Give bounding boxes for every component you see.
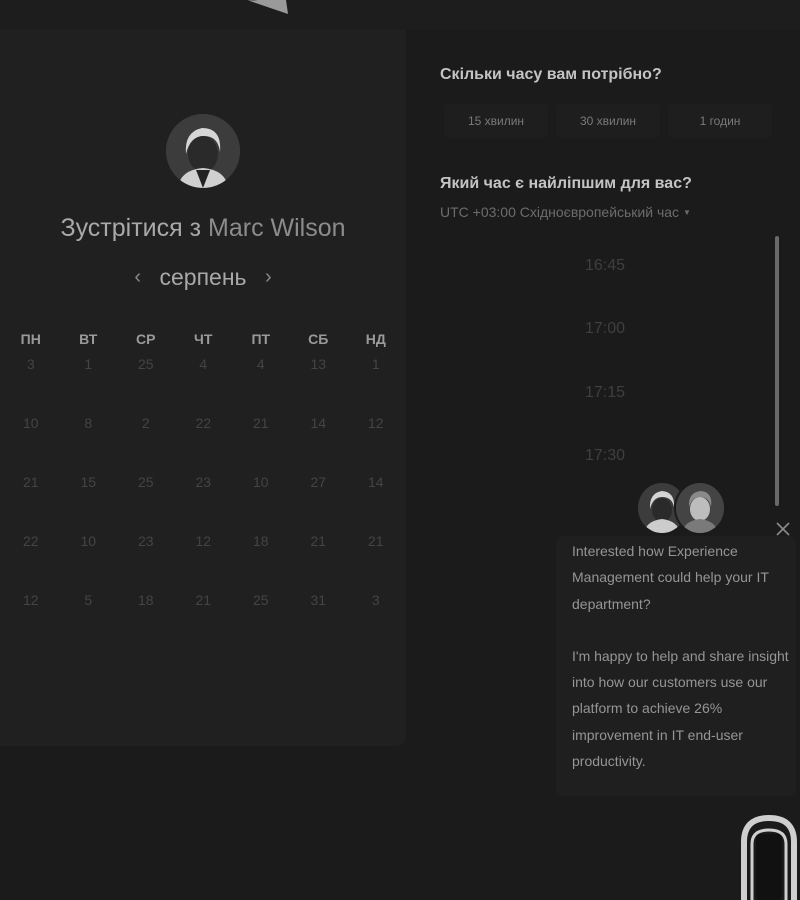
calendar-day[interactable]: 3 <box>2 356 60 415</box>
chat-agent-avatars <box>636 481 726 535</box>
agent-avatar <box>674 481 726 535</box>
calendar-day[interactable]: 10 <box>2 415 60 474</box>
calendar-day[interactable]: 18 <box>117 592 175 651</box>
chat-message-bubble: Interested how Experience Management cou… <box>556 536 796 796</box>
calendar-day[interactable]: 14 <box>290 415 348 474</box>
time-slot[interactable]: 17:00 <box>440 303 770 355</box>
chat-paragraph: I'm happy to help and share insight into… <box>572 647 789 770</box>
calendar-day[interactable]: 15 <box>60 474 118 533</box>
slot-scrollbar[interactable] <box>774 236 780 506</box>
meeting-title-prefix: Зустрітися з <box>60 214 202 242</box>
calendar-day[interactable]: 4 <box>232 356 290 415</box>
calendar-day[interactable]: 4 <box>175 356 233 415</box>
time-slot[interactable]: 17:15 <box>440 367 770 419</box>
calendar-day[interactable]: 13 <box>290 356 348 415</box>
chat-message: Interested how Experience Management cou… <box>572 538 794 800</box>
weekday-label: СБ <box>308 331 329 347</box>
duration-option-60[interactable]: 1 годин <box>668 104 772 138</box>
timezone-selector[interactable]: UTC +03:00 Східноєвропейський час ▼ <box>440 204 691 220</box>
calendar-day[interactable]: 1 <box>60 356 118 415</box>
time-slot[interactable]: 17:30 <box>440 430 770 482</box>
calendar-day[interactable]: 12 <box>347 415 405 474</box>
chat-launcher-icon[interactable] <box>738 812 800 900</box>
weekday-header: ПН ВТ СР ЧТ ПТ СБ НД <box>2 331 406 347</box>
calendar-day[interactable]: 14 <box>347 474 405 533</box>
calendar-day[interactable]: 1 <box>347 356 405 415</box>
calendar-day[interactable]: 23 <box>175 474 233 533</box>
calendar-day[interactable]: 31 <box>290 592 348 651</box>
weekday-label: ПТ <box>251 331 271 347</box>
duration-option-15[interactable]: 15 хвилин <box>444 104 548 138</box>
weekday-label: ВТ <box>79 331 98 347</box>
calendar-grid: 3 1 25 4 4 13 1 10 8 2 22 21 14 12 21 15… <box>2 356 406 651</box>
calendar-day[interactable]: 10 <box>60 533 118 592</box>
time-question: Який час є найліпшим для вас? <box>440 175 692 192</box>
host-avatar <box>166 114 240 188</box>
calendar-day[interactable]: 21 <box>2 474 60 533</box>
calendar-day[interactable]: 10 <box>232 474 290 533</box>
time-slot[interactable]: 16:45 <box>440 240 770 292</box>
calendar-day[interactable]: 22 <box>175 415 233 474</box>
duration-option-30[interactable]: 30 хвилин <box>556 104 660 138</box>
duration-question: Скільки часу вам потрібно? <box>440 66 662 83</box>
calendar-day[interactable]: 18 <box>232 533 290 592</box>
month-label: серпень <box>159 264 247 290</box>
calendar-day[interactable]: 21 <box>232 415 290 474</box>
host-name: Marc Wilson <box>208 214 346 242</box>
month-navigation: ‹ серпень › <box>0 264 406 291</box>
brand-logo-icon <box>247 0 288 14</box>
calendar-day[interactable]: 5 <box>60 592 118 651</box>
calendar-day[interactable]: 3 <box>347 592 405 651</box>
timezone-label: UTC +03:00 Східноєвропейський час <box>440 204 680 220</box>
calendar-day[interactable]: 25 <box>232 592 290 651</box>
slot-scrollbar-thumb[interactable] <box>775 236 779 506</box>
calendar-day[interactable]: 21 <box>347 533 405 592</box>
meeting-title: Зустрітися з Marc Wilson <box>0 214 406 243</box>
calendar-panel: Зустрітися з Marc Wilson ‹ серпень › ПН … <box>0 30 406 746</box>
weekday-label: НД <box>365 331 386 347</box>
calendar-day[interactable]: 21 <box>290 533 348 592</box>
calendar-day[interactable]: 23 <box>117 533 175 592</box>
chevron-left-icon[interactable]: ‹ <box>124 266 151 289</box>
weekday-label: ПН <box>20 331 41 347</box>
calendar-day[interactable]: 21 <box>175 592 233 651</box>
calendar-day[interactable]: 25 <box>117 356 175 415</box>
calendar-day[interactable]: 8 <box>60 415 118 474</box>
chevron-right-icon[interactable]: › <box>255 266 282 289</box>
caret-down-icon: ▼ <box>683 208 691 217</box>
duration-options: 15 хвилин 30 хвилин 1 годин <box>444 104 772 138</box>
calendar-day[interactable]: 2 <box>117 415 175 474</box>
calendar-day[interactable]: 12 <box>2 592 60 651</box>
weekday-label: ЧТ <box>194 331 213 347</box>
calendar-day[interactable]: 27 <box>290 474 348 533</box>
calendar-day[interactable]: 25 <box>117 474 175 533</box>
calendar-day[interactable]: 12 <box>175 533 233 592</box>
chat-paragraph: Interested how Experience Management cou… <box>572 543 769 612</box>
calendar-day[interactable]: 22 <box>2 533 60 592</box>
weekday-label: СР <box>136 331 156 347</box>
